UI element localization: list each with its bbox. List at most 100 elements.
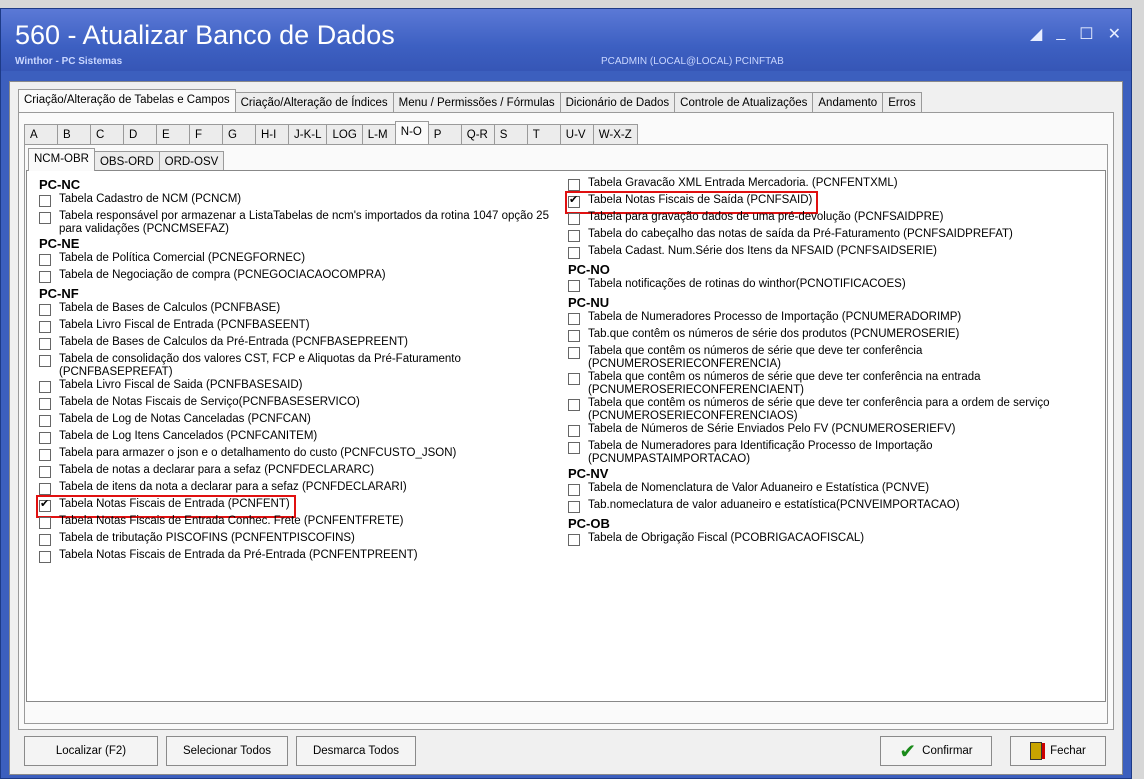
minimize-icon[interactable]: _ [1056,24,1065,44]
confirmar-button[interactable]: ✔ Confirmar [880,736,992,766]
tab-criacao-indices[interactable]: Criação/Alteração de Índices [234,92,394,112]
checkbox[interactable] [568,484,580,496]
table-checkbox-item[interactable]: Tabela de Bases de Calculos (PCNFBASE) [39,302,554,319]
table-checkbox-item[interactable]: Tabela do cabeçalho das notas de saída d… [568,228,1093,245]
checkbox[interactable] [568,194,580,208]
checkbox[interactable] [568,280,580,292]
checkbox[interactable] [568,442,580,454]
checkbox[interactable] [568,347,580,359]
tab-ord-osv[interactable]: ORD-OSV [158,151,225,171]
tab-letter-f[interactable]: F [189,124,223,144]
tab-letter-q-r[interactable]: Q-R [460,124,495,144]
checkbox[interactable] [39,212,51,224]
tab-letter-d[interactable]: D [123,124,157,144]
table-checkbox-item[interactable]: Tabela Notas Fiscais de Entrada Conhec. … [39,515,554,532]
table-checkbox-item[interactable]: Tabela que contêm os números de série qu… [568,345,1093,371]
checkbox[interactable] [568,425,580,437]
tab-controle-atualizacoes[interactable]: Controle de Atualizações [674,92,814,112]
restore-icon[interactable]: ◢ [1030,24,1042,44]
tab-letter-n-o[interactable]: N-O [394,121,429,144]
checkbox[interactable] [39,304,51,316]
checkbox[interactable] [568,247,580,259]
tab-letter-c[interactable]: C [90,124,124,144]
checkbox[interactable] [39,415,51,427]
tab-letter-e[interactable]: E [156,124,190,144]
table-checkbox-item[interactable]: Tabela de Log Itens Cancelados (PCNFCANI… [39,430,554,447]
table-checkbox-item[interactable]: Tabela de Numeradores para Identificação… [568,440,1093,466]
table-checkbox-item[interactable]: Tabela Notas Fiscais de Entrada da Pré-E… [39,549,554,566]
checkbox[interactable] [568,534,580,546]
checkbox[interactable] [39,432,51,444]
checkbox[interactable] [39,449,51,461]
checkbox[interactable] [39,498,51,512]
checkbox[interactable] [568,330,580,342]
checkbox[interactable] [39,355,51,367]
checkbox[interactable] [568,399,580,411]
table-checkbox-item[interactable]: Tabela Livro Fiscal de Entrada (PCNFBASE… [39,319,554,336]
checkbox[interactable] [39,551,51,563]
tab-letter-h-i[interactable]: H-I [255,124,289,144]
localizar-button[interactable]: Localizar (F2) [24,736,158,766]
table-checkbox-item[interactable]: Tabela Cadast. Num.Série dos Itens da NF… [568,245,1093,262]
checkbox[interactable] [39,517,51,529]
checkbox[interactable] [568,373,580,385]
table-checkbox-item[interactable]: Tabela de Notas Fiscais de Serviço(PCNFB… [39,396,554,413]
table-checkbox-item[interactable]: Tabela Notas Fiscais de Saída (PCNFSAID) [564,191,819,214]
checkbox[interactable] [39,398,51,410]
checkbox[interactable] [39,381,51,393]
checkbox[interactable] [568,213,580,225]
checkbox[interactable] [39,271,51,283]
fechar-button[interactable]: Fechar [1010,736,1106,766]
checkbox[interactable] [39,254,51,266]
tab-andamento[interactable]: Andamento [812,92,884,112]
checkbox[interactable] [39,338,51,350]
table-checkbox-item[interactable]: Tabela notificações de rotinas do wintho… [568,278,1093,295]
title-bar[interactable]: 560 - Atualizar Banco de Dados Winthor -… [1,9,1131,71]
table-checkbox-item[interactable]: Tabela de Política Comercial (PCNEGFORNE… [39,252,554,269]
checkbox[interactable] [39,466,51,478]
checkbox[interactable] [568,179,580,191]
table-checkbox-item[interactable]: Tabela de Log de Notas Canceladas (PCNFC… [39,413,554,430]
checkbox[interactable] [39,195,51,207]
tab-letter-l-m[interactable]: L-M [361,124,396,144]
tab-criacao-tabelas[interactable]: Criação/Alteração de Tabelas e Campos [18,89,236,112]
table-checkbox-item[interactable]: Tabela Notas Fiscais de Entrada (PCNFENT… [36,495,296,518]
table-checkbox-item[interactable]: Tabela de Negociação de compra (PCNEGOCI… [39,269,554,286]
table-checkbox-item[interactable]: Tabela de consolidação dos valores CST, … [39,353,554,379]
table-checkbox-item[interactable]: Tabela que contêm os números de série qu… [568,397,1093,423]
table-checkbox-item[interactable]: Tabela de notas a declarar para a sefaz … [39,464,554,481]
table-checkbox-item[interactable]: Tabela responsável por armazenar a Lista… [39,210,554,236]
maximize-icon[interactable]: ☐ [1079,24,1093,44]
checkbox[interactable] [39,483,51,495]
table-checkbox-item[interactable]: Tabela de Numeradores Processo de Import… [568,311,1093,328]
tab-letter-t[interactable]: T [526,124,561,144]
table-checkbox-item[interactable]: Tabela de Obrigação Fiscal (PCOBRIGACAOF… [568,532,1093,549]
table-checkbox-item[interactable]: Tabela Gravacão XML Entrada Mercadoria. … [568,177,1093,194]
tab-ncm-obr[interactable]: NCM-OBR [28,148,95,171]
checkbox[interactable] [568,313,580,325]
table-checkbox-item[interactable]: Tabela de Números de Série Enviados Pelo… [568,423,1093,440]
selecionar-todos-button[interactable]: Selecionar Todos [166,736,288,766]
tab-letter-j-k-l[interactable]: J-K-L [288,124,328,144]
tab-letter-g[interactable]: G [222,124,256,144]
checkbox[interactable] [39,321,51,333]
tab-letter-s[interactable]: S [493,124,528,144]
tab-obs-ord[interactable]: OBS-ORD [93,151,160,171]
table-checkbox-item[interactable]: Tabela Livro Fiscal de Saida (PCNFBASESA… [39,379,554,396]
tab-letter-u-v[interactable]: U-V [559,124,594,144]
tab-letter-p[interactable]: P [427,124,462,144]
checkbox[interactable] [39,534,51,546]
table-checkbox-item[interactable]: Tabela de Bases de Calculos da Pré-Entra… [39,336,554,353]
tab-letter-w-x-z[interactable]: W-X-Z [592,124,638,144]
table-checkbox-item[interactable]: Tabela Cadastro de NCM (PCNCM) [39,193,554,210]
tab-letter-a[interactable]: A [24,124,58,144]
table-checkbox-item[interactable]: Tabela para armazer o json e o detalhame… [39,447,554,464]
tab-letter-log[interactable]: LOG [326,124,363,144]
checkbox[interactable] [568,230,580,242]
table-checkbox-item[interactable]: Tab.nomeclatura de valor aduaneiro e est… [568,499,1093,516]
tab-erros[interactable]: Erros [882,92,922,112]
table-checkbox-item[interactable]: Tabela de Nomenclatura de Valor Aduaneir… [568,482,1093,499]
table-checkbox-item[interactable]: Tabela para gravação dados de uma pré-de… [568,211,1093,228]
tab-dicionario[interactable]: Dicionário de Dados [559,92,676,112]
table-checkbox-item[interactable]: Tabela de itens da nota a declarar para … [39,481,554,498]
